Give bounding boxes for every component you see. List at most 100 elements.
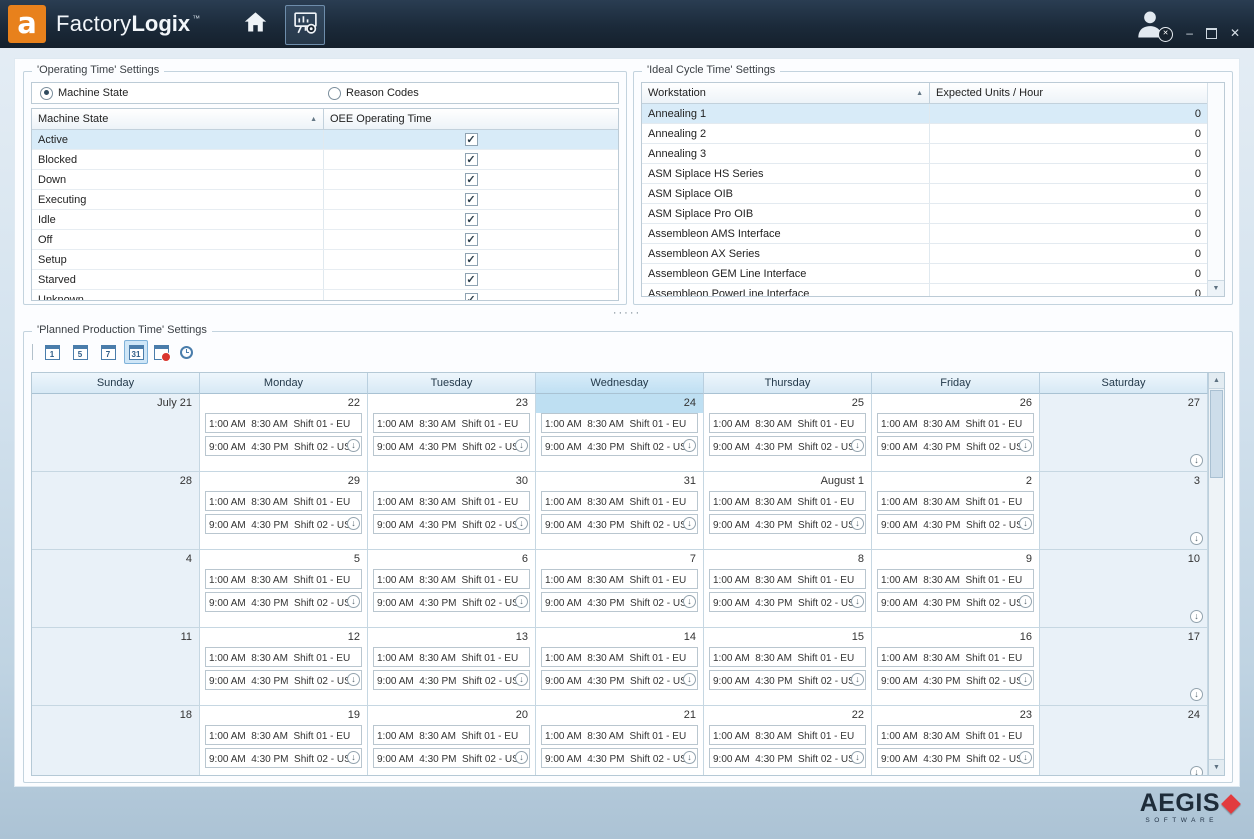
appointment-overflow-icon[interactable]: ↓ (851, 595, 864, 608)
oee-checkbox[interactable]: ✓ (465, 213, 478, 226)
appointment-overflow-icon[interactable]: ↓ (515, 595, 528, 608)
calendar-day-cell[interactable]: 141:00 AM 8:30 AM Shift 01 - EU9:00 AM 4… (536, 628, 704, 706)
workstation-row[interactable]: Annealing 10 (642, 104, 1208, 124)
shift-entry[interactable]: 9:00 AM 4:30 PM Shift 02 - US↓ (877, 670, 1034, 690)
calendar-day-cell[interactable]: 261:00 AM 8:30 AM Shift 01 - EU9:00 AM 4… (872, 394, 1040, 472)
calendar-day-cell[interactable]: 24↓ (1040, 706, 1208, 776)
shift-entry[interactable]: 9:00 AM 4:30 PM Shift 02 - US↓ (877, 436, 1034, 456)
calendar-day-cell[interactable]: 251:00 AM 8:30 AM Shift 01 - EU9:00 AM 4… (704, 394, 872, 472)
oee-checkbox[interactable]: ✓ (465, 253, 478, 266)
machine-state-row[interactable]: Active✓ (32, 130, 618, 150)
shift-entry[interactable]: 9:00 AM 4:30 PM Shift 02 - US↓ (373, 670, 530, 690)
machine-state-row[interactable]: Blocked✓ (32, 150, 618, 170)
calendar-day-cell[interactable]: 211:00 AM 8:30 AM Shift 01 - EU9:00 AM 4… (536, 706, 704, 776)
oee-settings-button[interactable] (285, 5, 325, 45)
shift-entry[interactable]: 9:00 AM 4:30 PM Shift 02 - US↓ (373, 436, 530, 456)
calendar-day-cell[interactable]: 161:00 AM 8:30 AM Shift 01 - EU9:00 AM 4… (872, 628, 1040, 706)
appointment-overflow-icon[interactable]: ↓ (347, 673, 360, 686)
working-time-exceptions-button[interactable] (149, 340, 173, 364)
appointment-overflow-icon[interactable]: ↓ (851, 751, 864, 764)
appointment-overflow-icon[interactable]: ↓ (347, 439, 360, 452)
shift-entry[interactable]: 9:00 AM 4:30 PM Shift 02 - US↓ (541, 748, 698, 768)
calendar-day-cell[interactable]: 291:00 AM 8:30 AM Shift 01 - EU9:00 AM 4… (200, 472, 368, 550)
workstation-scrollbar[interactable]: ▼ (1207, 83, 1224, 296)
oee-checkbox[interactable]: ✓ (465, 133, 478, 146)
shift-entry[interactable]: 9:00 AM 4:30 PM Shift 02 - US↓ (541, 514, 698, 534)
view-7-day-button[interactable]: 7 (96, 340, 120, 364)
workstation-row[interactable]: Assembleon AMS Interface0 (642, 224, 1208, 244)
workstation-row[interactable]: Annealing 30 (642, 144, 1208, 164)
shift-entry[interactable]: 9:00 AM 4:30 PM Shift 02 - US↓ (205, 436, 362, 456)
appointment-overflow-icon[interactable]: ↓ (1019, 595, 1032, 608)
calendar-day-cell[interactable]: 17↓ (1040, 628, 1208, 706)
shift-entry[interactable]: 1:00 AM 8:30 AM Shift 01 - EU (541, 725, 698, 745)
appointment-overflow-icon[interactable]: ↓ (347, 517, 360, 530)
calendar-day-cell[interactable]: 231:00 AM 8:30 AM Shift 01 - EU9:00 AM 4… (368, 394, 536, 472)
shift-entry[interactable]: 1:00 AM 8:30 AM Shift 01 - EU (541, 647, 698, 667)
calendar-day-cell[interactable]: 71:00 AM 8:30 AM Shift 01 - EU9:00 AM 4:… (536, 550, 704, 628)
appointment-overflow-icon[interactable]: ↓ (515, 517, 528, 530)
view-31-day-button[interactable]: 31 (124, 340, 148, 364)
shift-entry[interactable]: 1:00 AM 8:30 AM Shift 01 - EU (205, 725, 362, 745)
shift-entry[interactable]: 1:00 AM 8:30 AM Shift 01 - EU (373, 491, 530, 511)
close-button[interactable]: ✕ (1230, 27, 1240, 39)
calendar-day-cell[interactable]: 301:00 AM 8:30 AM Shift 01 - EU9:00 AM 4… (368, 472, 536, 550)
machine-state-row[interactable]: Down✓ (32, 170, 618, 190)
shift-entry[interactable]: 9:00 AM 4:30 PM Shift 02 - US↓ (205, 748, 362, 768)
appointment-overflow-icon[interactable]: ↓ (347, 751, 360, 764)
user-logout-button[interactable]: ✕ (1132, 6, 1170, 44)
view-5-day-button[interactable]: 5 (68, 340, 92, 364)
appointment-overflow-icon[interactable]: ↓ (683, 595, 696, 608)
maximize-button[interactable] (1206, 28, 1217, 39)
appointment-overflow-icon[interactable]: ↓ (1019, 517, 1032, 530)
calendar-day-cell[interactable]: 51:00 AM 8:30 AM Shift 01 - EU9:00 AM 4:… (200, 550, 368, 628)
calendar-day-cell[interactable]: 231:00 AM 8:30 AM Shift 01 - EU9:00 AM 4… (872, 706, 1040, 776)
shift-entry[interactable]: 1:00 AM 8:30 AM Shift 01 - EU (709, 725, 866, 745)
shift-entry[interactable]: 9:00 AM 4:30 PM Shift 02 - US↓ (373, 592, 530, 612)
oee-checkbox[interactable]: ✓ (465, 233, 478, 246)
shift-entry[interactable]: 9:00 AM 4:30 PM Shift 02 - US↓ (541, 592, 698, 612)
column-header-oee-operating-time[interactable]: OEE Operating Time (324, 109, 618, 129)
calendar-day-cell[interactable]: 221:00 AM 8:30 AM Shift 01 - EU9:00 AM 4… (704, 706, 872, 776)
appointment-overflow-icon[interactable]: ↓ (515, 439, 528, 452)
shift-entry[interactable]: 1:00 AM 8:30 AM Shift 01 - EU (877, 569, 1034, 589)
oee-checkbox[interactable]: ✓ (465, 273, 478, 286)
calendar-day-cell[interactable]: 3↓ (1040, 472, 1208, 550)
workstation-row[interactable]: Assembleon GEM Line Interface0 (642, 264, 1208, 284)
appointment-overflow-icon[interactable]: ↓ (683, 751, 696, 764)
shift-entry[interactable]: 1:00 AM 8:30 AM Shift 01 - EU (541, 491, 698, 511)
calendar-day-cell[interactable]: 91:00 AM 8:30 AM Shift 01 - EU9:00 AM 4:… (872, 550, 1040, 628)
shift-entry[interactable]: 1:00 AM 8:30 AM Shift 01 - EU (373, 647, 530, 667)
shift-entry[interactable]: 9:00 AM 4:30 PM Shift 02 - US↓ (205, 592, 362, 612)
appointment-overflow-icon[interactable]: ↓ (515, 751, 528, 764)
calendar-day-cell[interactable]: 201:00 AM 8:30 AM Shift 01 - EU9:00 AM 4… (368, 706, 536, 776)
calendar-day-cell[interactable]: 61:00 AM 8:30 AM Shift 01 - EU9:00 AM 4:… (368, 550, 536, 628)
workstation-row[interactable]: ASM Siplace HS Series0 (642, 164, 1208, 184)
appointment-overflow-icon[interactable]: ↓ (1190, 532, 1203, 545)
shift-entry[interactable]: 1:00 AM 8:30 AM Shift 01 - EU (709, 491, 866, 511)
calendar-day-cell[interactable]: 151:00 AM 8:30 AM Shift 01 - EU9:00 AM 4… (704, 628, 872, 706)
workstation-row[interactable]: Assembleon PowerLine Interface0 (642, 284, 1208, 297)
machine-state-row[interactable]: Setup✓ (32, 250, 618, 270)
shift-entry[interactable]: 1:00 AM 8:30 AM Shift 01 - EU (373, 725, 530, 745)
scroll-down-button[interactable]: ▼ (1209, 759, 1224, 775)
calendar-day-cell[interactable]: July 21 (32, 394, 200, 472)
workstation-row[interactable]: ASM Siplace Pro OIB0 (642, 204, 1208, 224)
appointment-overflow-icon[interactable]: ↓ (683, 439, 696, 452)
scrollbar-thumb[interactable] (1210, 390, 1223, 478)
appointment-overflow-icon[interactable]: ↓ (851, 517, 864, 530)
shift-entry[interactable]: 9:00 AM 4:30 PM Shift 02 - US↓ (877, 592, 1034, 612)
calendar-day-cell[interactable]: 10↓ (1040, 550, 1208, 628)
appointment-overflow-icon[interactable]: ↓ (1190, 688, 1203, 701)
shift-entry[interactable]: 1:00 AM 8:30 AM Shift 01 - EU (205, 413, 362, 433)
appointment-overflow-icon[interactable]: ↓ (683, 673, 696, 686)
appointment-overflow-icon[interactable]: ↓ (1019, 751, 1032, 764)
appointment-overflow-icon[interactable]: ↓ (1019, 673, 1032, 686)
shift-entry[interactable]: 1:00 AM 8:30 AM Shift 01 - EU (709, 413, 866, 433)
shift-entry[interactable]: 9:00 AM 4:30 PM Shift 02 - US↓ (205, 514, 362, 534)
shift-entry[interactable]: 1:00 AM 8:30 AM Shift 01 - EU (877, 491, 1034, 511)
column-header-workstation[interactable]: Workstation ▲ (642, 83, 930, 103)
scroll-down-button[interactable]: ▼ (1208, 280, 1224, 296)
calendar-day-cell[interactable]: 131:00 AM 8:30 AM Shift 01 - EU9:00 AM 4… (368, 628, 536, 706)
shift-entry[interactable]: 1:00 AM 8:30 AM Shift 01 - EU (205, 569, 362, 589)
